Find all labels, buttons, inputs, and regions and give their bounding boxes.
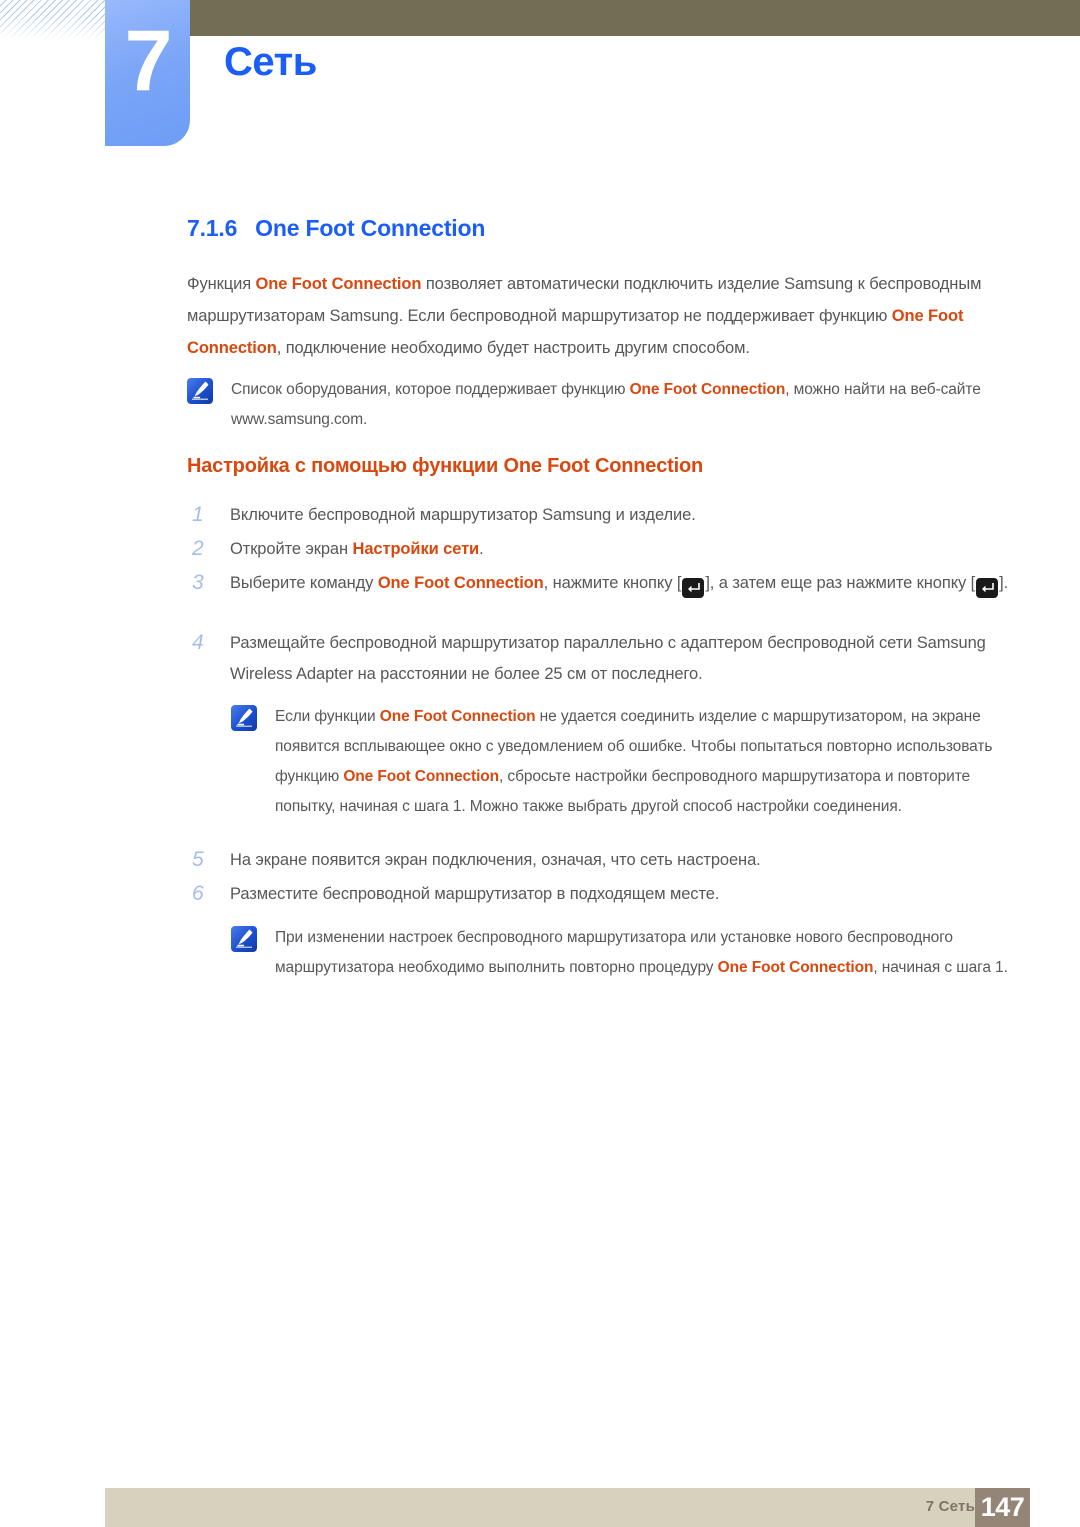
note-pen-icon	[187, 378, 213, 404]
sub-heading: Настройка с помощью функции One Foot Con…	[187, 455, 703, 477]
section-heading: 7.1.6 One Foot Connection	[187, 215, 485, 242]
step-item: 1 Включите беспроводной маршрутизатор Sa…	[187, 500, 1013, 531]
step-text: Откройте экран Настройки сети.	[230, 534, 484, 565]
step-number: 1	[192, 503, 204, 526]
step-text: Размещайте беспроводной маршрутизатор па…	[230, 628, 1013, 690]
step-item: 4 Размещайте беспроводной маршрутизатор …	[187, 628, 1013, 690]
footer-chapter-label: 7 Сеть	[925, 1498, 975, 1515]
intro-part3: , подключение необходимо будет настроить…	[276, 339, 750, 357]
enter-key-icon	[681, 572, 705, 603]
note-pen-icon	[231, 705, 257, 731]
step4-part1: Размещайте беспроводной маршрутизатор па…	[230, 634, 986, 683]
step5-part1: На экране появится экран подключения, оз…	[230, 851, 761, 869]
note-pen-icon	[231, 926, 257, 952]
note3-part2: , начиная с шага 1.	[873, 959, 1008, 976]
step1-part1: Включите беспроводной маршрутизатор Sams…	[230, 506, 696, 524]
step3-part4: ].	[999, 574, 1009, 592]
section-number: 7.1.6	[187, 215, 238, 241]
note2-bold1: One Foot Connection	[379, 708, 536, 725]
step-item: 5 На экране появится экран подключения, …	[187, 845, 1013, 876]
step-text: Включите беспроводной маршрутизатор Sams…	[230, 500, 696, 531]
intro-part1: Функция	[187, 275, 256, 293]
section-title: One Foot Connection	[255, 215, 486, 241]
note-box: Если функции One Foot Connection не удае…	[231, 702, 1013, 822]
step2-part1: Откройте экран	[230, 540, 353, 558]
step-item: 6 Разместите беспроводной маршрутизатор …	[187, 879, 1013, 910]
step-text: Разместите беспроводной маршрутизатор в …	[230, 879, 719, 910]
note1-part1: Список оборудования, которое поддерживае…	[231, 381, 630, 398]
note-box: Список оборудования, которое поддерживае…	[187, 375, 1013, 435]
step-number: 3	[192, 571, 204, 594]
step-text: На экране появится экран подключения, оз…	[230, 845, 761, 876]
header-olive-bar	[190, 0, 1080, 36]
step3-part1: Выберите команду	[230, 574, 378, 592]
step-item: 3 Выберите команду One Foot Connection, …	[187, 568, 1013, 603]
note-text: Список оборудования, которое поддерживае…	[231, 375, 1013, 435]
step-number: 5	[192, 848, 204, 871]
chapter-number: 7	[124, 13, 173, 109]
step3-part2: , нажмите кнопку [	[543, 574, 682, 592]
intro-bold1: One Foot Connection	[255, 275, 422, 293]
step-text: Выберите команду One Foot Connection, на…	[230, 568, 1013, 603]
step-number: 4	[192, 631, 204, 654]
intro-paragraph: Функция One Foot Connection позволяет ав…	[187, 268, 1013, 364]
step2-part2: .	[479, 540, 484, 558]
note2-part1: Если функции	[275, 708, 380, 725]
note3-bold1: One Foot Connection	[717, 959, 874, 976]
page-number-badge: 147	[975, 1488, 1030, 1527]
chapter-number-badge: 7	[105, 0, 190, 146]
chapter-title: Сеть	[224, 40, 317, 84]
step-number: 2	[192, 537, 204, 560]
header-hatch-fade	[0, 0, 108, 40]
note-text: Если функции One Foot Connection не удае…	[275, 702, 1013, 822]
note-text: При изменении настроек беспроводного мар…	[275, 923, 1013, 983]
step2-bold1: Настройки сети	[352, 540, 480, 558]
step3-part3: ], а затем еще раз нажмите кнопку [	[705, 574, 976, 592]
note1-bold1: One Foot Connection	[629, 381, 786, 398]
enter-key-icon	[975, 572, 999, 603]
note-box: При изменении настроек беспроводного мар…	[231, 923, 1013, 983]
step-item: 2 Откройте экран Настройки сети.	[187, 534, 1013, 565]
note2-bold2: One Foot Connection	[343, 768, 500, 785]
step-number: 6	[192, 882, 204, 905]
step3-bold1: One Foot Connection	[377, 574, 544, 592]
step6-part1: Разместите беспроводной маршрутизатор в …	[230, 885, 720, 903]
